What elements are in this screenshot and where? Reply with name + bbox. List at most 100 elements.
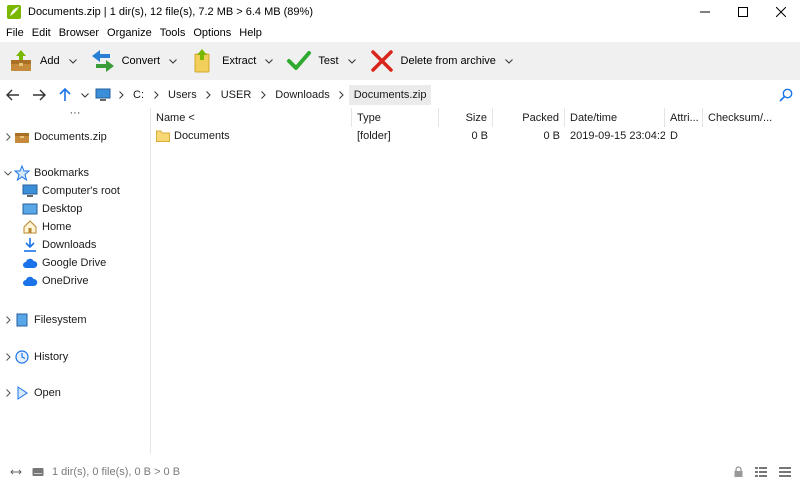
breadcrumb-archive[interactable]: Documents.zip [348, 85, 432, 105]
breadcrumb-separator[interactable] [114, 82, 128, 108]
toolbar: Add Convert Extract Test Delete from arc… [0, 42, 800, 80]
chevron-down-icon [505, 58, 513, 64]
convert-icon [91, 50, 114, 72]
bookmark-computers-root[interactable]: Computer's root [0, 182, 150, 200]
search-button[interactable] [776, 85, 796, 105]
address-bar: C: Users USER Downloads Documents.zip [0, 82, 800, 108]
test-dropdown[interactable] [343, 45, 361, 77]
chevron-right-icon [339, 91, 344, 99]
delete-button[interactable]: Delete from archive [365, 45, 500, 77]
convert-label: Convert [121, 55, 161, 67]
menu-file[interactable]: File [2, 27, 28, 39]
column-header-name[interactable]: Name < [151, 108, 352, 127]
bookmark-label: Desktop [42, 203, 83, 215]
computer-icon [22, 183, 38, 199]
search-icon [779, 88, 793, 102]
expand-chevron-icon[interactable] [2, 389, 14, 397]
list-view-icon[interactable] [778, 466, 792, 478]
chevron-down-icon [347, 58, 356, 64]
bookmark-google-drive[interactable]: Google Drive [0, 254, 150, 272]
menu-help[interactable]: Help [235, 27, 266, 39]
history-dropdown[interactable] [78, 82, 92, 108]
bookmark-onedrive[interactable]: OneDrive [0, 272, 150, 290]
bookmark-desktop[interactable]: Desktop [0, 200, 150, 218]
chevron-down-icon [81, 92, 89, 98]
maximize-button[interactable] [724, 0, 762, 24]
tree-item-bookmarks[interactable]: Bookmarks [0, 164, 150, 182]
breadcrumb-users[interactable]: Users [163, 85, 202, 105]
up-button[interactable] [52, 82, 78, 108]
add-button[interactable]: Add [4, 45, 64, 77]
breadcrumb-downloads[interactable]: Downloads [270, 85, 334, 105]
tree-item-open[interactable]: Open [0, 384, 150, 402]
column-header-packed[interactable]: Packed [493, 108, 565, 127]
collapse-chevron-icon[interactable] [2, 170, 14, 176]
expand-chevron-icon[interactable] [2, 133, 14, 141]
minimize-button[interactable] [686, 0, 724, 24]
navigation-pane: ··· Documents.zip Bookmarks Computer's r… [0, 108, 151, 454]
file-list: Name < Type Size Packed Date/time Attri.… [151, 108, 800, 454]
delete-label: Delete from archive [400, 55, 496, 67]
arrow-up-icon [59, 88, 71, 101]
table-row[interactable]: Documents [folder] 0 B 0 B 2019-09-15 23… [151, 127, 800, 145]
folder-icon [156, 130, 170, 142]
breadcrumb-separator[interactable] [149, 82, 163, 108]
minimize-icon [700, 11, 710, 13]
cell-name: Documents [151, 127, 352, 145]
column-header-datetime[interactable]: Date/time [565, 108, 665, 127]
window-title: Documents.zip | 1 dir(s), 12 file(s), 7.… [28, 6, 313, 18]
column-header-checksum[interactable]: Checksum/... [703, 108, 800, 127]
checkmark-icon [287, 51, 312, 70]
menu-edit[interactable]: Edit [28, 27, 55, 39]
extract-dropdown[interactable] [260, 45, 278, 77]
menu-organize[interactable]: Organize [103, 27, 156, 39]
convert-button[interactable]: Convert [86, 45, 165, 77]
chevron-right-icon [260, 91, 266, 99]
file-name: Documents [174, 130, 230, 142]
column-header-type[interactable]: Type [352, 108, 439, 127]
menu-browser[interactable]: Browser [55, 27, 103, 39]
tree-label-filesystem: Filesystem [34, 314, 87, 326]
breadcrumb-drive[interactable]: C: [128, 85, 149, 105]
drive-indicator[interactable] [32, 467, 44, 477]
maximize-icon [738, 7, 748, 17]
computer-icon [95, 88, 111, 101]
bookmark-label: OneDrive [42, 275, 89, 287]
expand-chevron-icon[interactable] [2, 316, 14, 324]
breadcrumb-user[interactable]: USER [216, 85, 257, 105]
menu-tools[interactable]: Tools [156, 27, 190, 39]
computer-root-button[interactable] [92, 82, 114, 108]
tree-item-history[interactable]: History [0, 348, 150, 366]
downloads-icon [22, 237, 38, 253]
tree-item-archive[interactable]: Documents.zip [0, 128, 150, 146]
convert-dropdown[interactable] [164, 45, 182, 77]
breadcrumb-separator[interactable] [256, 82, 270, 108]
back-button[interactable] [0, 82, 26, 108]
add-archive-icon [11, 50, 31, 71]
details-view-icon[interactable] [754, 466, 768, 478]
pane-options-dots[interactable]: ··· [0, 108, 150, 124]
breadcrumb-separator[interactable] [202, 82, 216, 108]
breadcrumb-separator[interactable] [335, 82, 349, 108]
expand-chevron-icon[interactable] [2, 353, 14, 361]
layout-toggle[interactable] [10, 467, 22, 477]
cloud-icon [22, 273, 38, 289]
arrow-left-icon [6, 89, 19, 101]
add-dropdown[interactable] [64, 45, 82, 77]
close-button[interactable] [762, 0, 800, 24]
bookmark-home[interactable]: Home [0, 218, 150, 236]
column-header-size[interactable]: Size [439, 108, 493, 127]
cell-size: 0 B [471, 130, 488, 142]
delete-dropdown[interactable] [500, 45, 518, 77]
status-right-icons [733, 461, 792, 483]
column-header-attributes[interactable]: Attri... [665, 108, 703, 127]
lock-icon[interactable] [733, 466, 744, 478]
forward-button[interactable] [26, 82, 52, 108]
status-text: 1 dir(s), 0 file(s), 0 B > 0 B [52, 466, 181, 478]
tree-item-filesystem[interactable]: Filesystem [0, 311, 150, 329]
close-icon [776, 7, 786, 17]
bookmark-downloads[interactable]: Downloads [0, 236, 150, 254]
extract-button[interactable]: Extract [186, 45, 260, 77]
menu-options[interactable]: Options [189, 27, 235, 39]
test-button[interactable]: Test [282, 45, 342, 77]
